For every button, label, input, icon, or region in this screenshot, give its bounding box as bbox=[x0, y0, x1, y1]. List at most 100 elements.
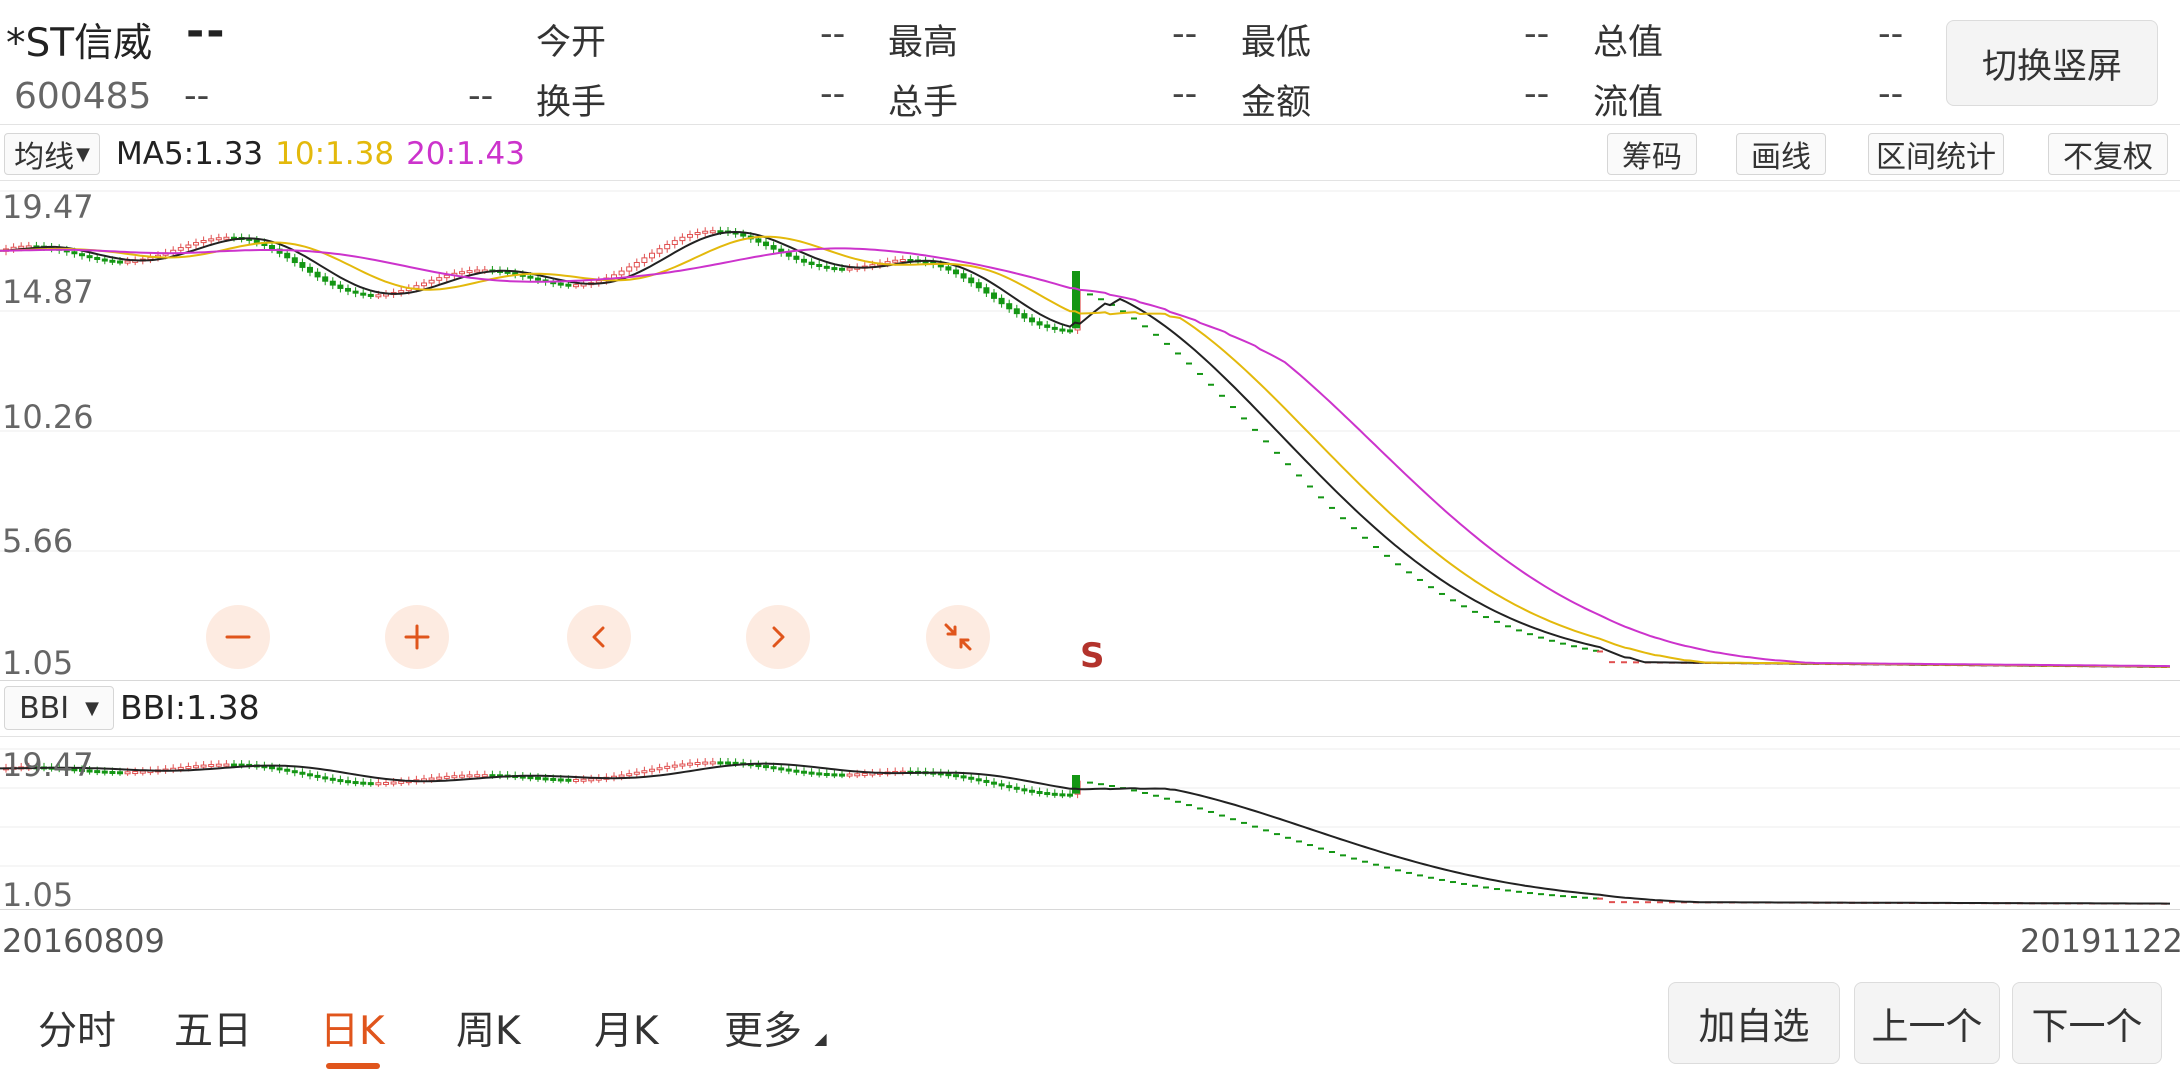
candle bbox=[671, 240, 678, 245]
candle bbox=[436, 277, 443, 281]
previous-stock-button[interactable]: 上一个 bbox=[1854, 982, 2000, 1064]
candle bbox=[1044, 324, 1051, 328]
minus-icon bbox=[225, 635, 251, 639]
candle bbox=[1067, 793, 1073, 797]
high-label: 最高 bbox=[888, 23, 959, 63]
candle bbox=[626, 266, 633, 272]
tab-weekly-k[interactable]: 周K bbox=[456, 1000, 521, 1056]
candle bbox=[1044, 792, 1051, 796]
candle bbox=[200, 240, 207, 244]
y-label-3: 10.26 bbox=[2, 398, 94, 436]
draw-line-button[interactable]: 画线 bbox=[1736, 133, 1826, 175]
tab-monthly-k[interactable]: 月K bbox=[594, 1000, 659, 1056]
ma-selector-label: 均线 bbox=[14, 140, 75, 175]
candle bbox=[208, 764, 215, 768]
candle bbox=[1051, 326, 1058, 330]
candle bbox=[763, 241, 769, 247]
float-cap-label: 流值 bbox=[1593, 83, 1664, 123]
ma-selector[interactable]: 均线 ▼ bbox=[4, 133, 100, 175]
candle bbox=[132, 771, 139, 775]
range-stats-button[interactable]: 区间统计 bbox=[1868, 133, 2004, 175]
change-value: -- bbox=[184, 76, 210, 116]
candle bbox=[975, 778, 982, 782]
move-left-button[interactable] bbox=[567, 605, 631, 669]
indicator-selector[interactable]: BBI ▼ bbox=[4, 686, 114, 730]
candle bbox=[846, 773, 853, 777]
candle bbox=[299, 771, 306, 775]
open-value: -- bbox=[820, 14, 846, 54]
candle bbox=[367, 293, 374, 297]
candle bbox=[557, 778, 564, 782]
next-stock-button[interactable]: 下一个 bbox=[2012, 982, 2162, 1064]
candle bbox=[474, 774, 481, 778]
candle bbox=[459, 774, 465, 778]
candle bbox=[451, 775, 458, 779]
candle bbox=[71, 251, 78, 255]
candle bbox=[740, 233, 747, 237]
candle bbox=[291, 770, 298, 774]
candle bbox=[770, 766, 777, 770]
candle bbox=[975, 282, 982, 289]
drop-candle bbox=[1072, 775, 1080, 794]
candle bbox=[466, 270, 473, 274]
candle bbox=[968, 277, 975, 284]
candle bbox=[1051, 792, 1058, 796]
candle bbox=[725, 761, 731, 765]
volume-value: -- bbox=[1172, 74, 1198, 114]
corner-arrow-icon: ◢ bbox=[814, 1029, 827, 1048]
candle bbox=[702, 761, 709, 765]
high-value: -- bbox=[1172, 14, 1198, 54]
add-watchlist-button[interactable]: 加自选 bbox=[1668, 982, 1840, 1064]
candle bbox=[573, 284, 579, 288]
candle bbox=[1006, 785, 1013, 789]
bbi-chart[interactable] bbox=[0, 737, 2180, 910]
ma10-line bbox=[0, 235, 2171, 668]
candle bbox=[124, 260, 131, 264]
candle bbox=[215, 763, 222, 767]
candle bbox=[664, 243, 671, 250]
tab-daily-k[interactable]: 日K bbox=[320, 1000, 385, 1056]
candle bbox=[398, 780, 405, 784]
candle bbox=[1021, 313, 1028, 319]
volume-label: 总手 bbox=[888, 83, 959, 123]
candle bbox=[565, 778, 572, 782]
candle bbox=[808, 261, 815, 266]
bbi-line bbox=[0, 762, 2170, 905]
candle bbox=[785, 252, 792, 257]
candle bbox=[763, 765, 769, 769]
move-right-button[interactable] bbox=[746, 605, 810, 669]
market-cap-label: 总值 bbox=[1593, 23, 1664, 63]
candle bbox=[983, 779, 990, 783]
candle bbox=[839, 773, 845, 777]
candle bbox=[664, 765, 671, 769]
candle bbox=[618, 774, 625, 778]
candle bbox=[831, 773, 838, 777]
candle bbox=[345, 780, 351, 784]
candle bbox=[823, 265, 830, 269]
tab-five-day[interactable]: 五日 bbox=[174, 1000, 252, 1056]
kline-chart[interactable] bbox=[0, 181, 2180, 681]
candle bbox=[117, 260, 123, 264]
candle bbox=[565, 283, 572, 287]
candle bbox=[778, 767, 785, 771]
tab-more[interactable]: 更多 ◢ bbox=[724, 1000, 827, 1056]
zoom-in-button[interactable] bbox=[385, 605, 449, 669]
candle bbox=[945, 773, 952, 777]
candle bbox=[223, 236, 230, 240]
candle bbox=[953, 269, 959, 275]
ma20-value: 20:1.43 bbox=[406, 136, 525, 172]
collapse-button[interactable] bbox=[926, 605, 990, 669]
no-adjust-button[interactable]: 不复权 bbox=[2048, 133, 2168, 175]
switch-portrait-button[interactable]: 切换竖屏 bbox=[1946, 20, 2158, 106]
candle bbox=[208, 238, 215, 242]
date-end: 20191122 bbox=[2020, 922, 2180, 960]
tab-intraday[interactable]: 分时 bbox=[38, 1000, 116, 1056]
candle bbox=[253, 239, 260, 243]
zoom-out-button[interactable] bbox=[206, 605, 270, 669]
candle bbox=[269, 245, 275, 250]
candle bbox=[899, 259, 906, 263]
chips-button[interactable]: 筹码 bbox=[1607, 133, 1697, 175]
candle bbox=[428, 279, 435, 284]
header-divider bbox=[0, 124, 2180, 125]
candle bbox=[398, 290, 405, 294]
